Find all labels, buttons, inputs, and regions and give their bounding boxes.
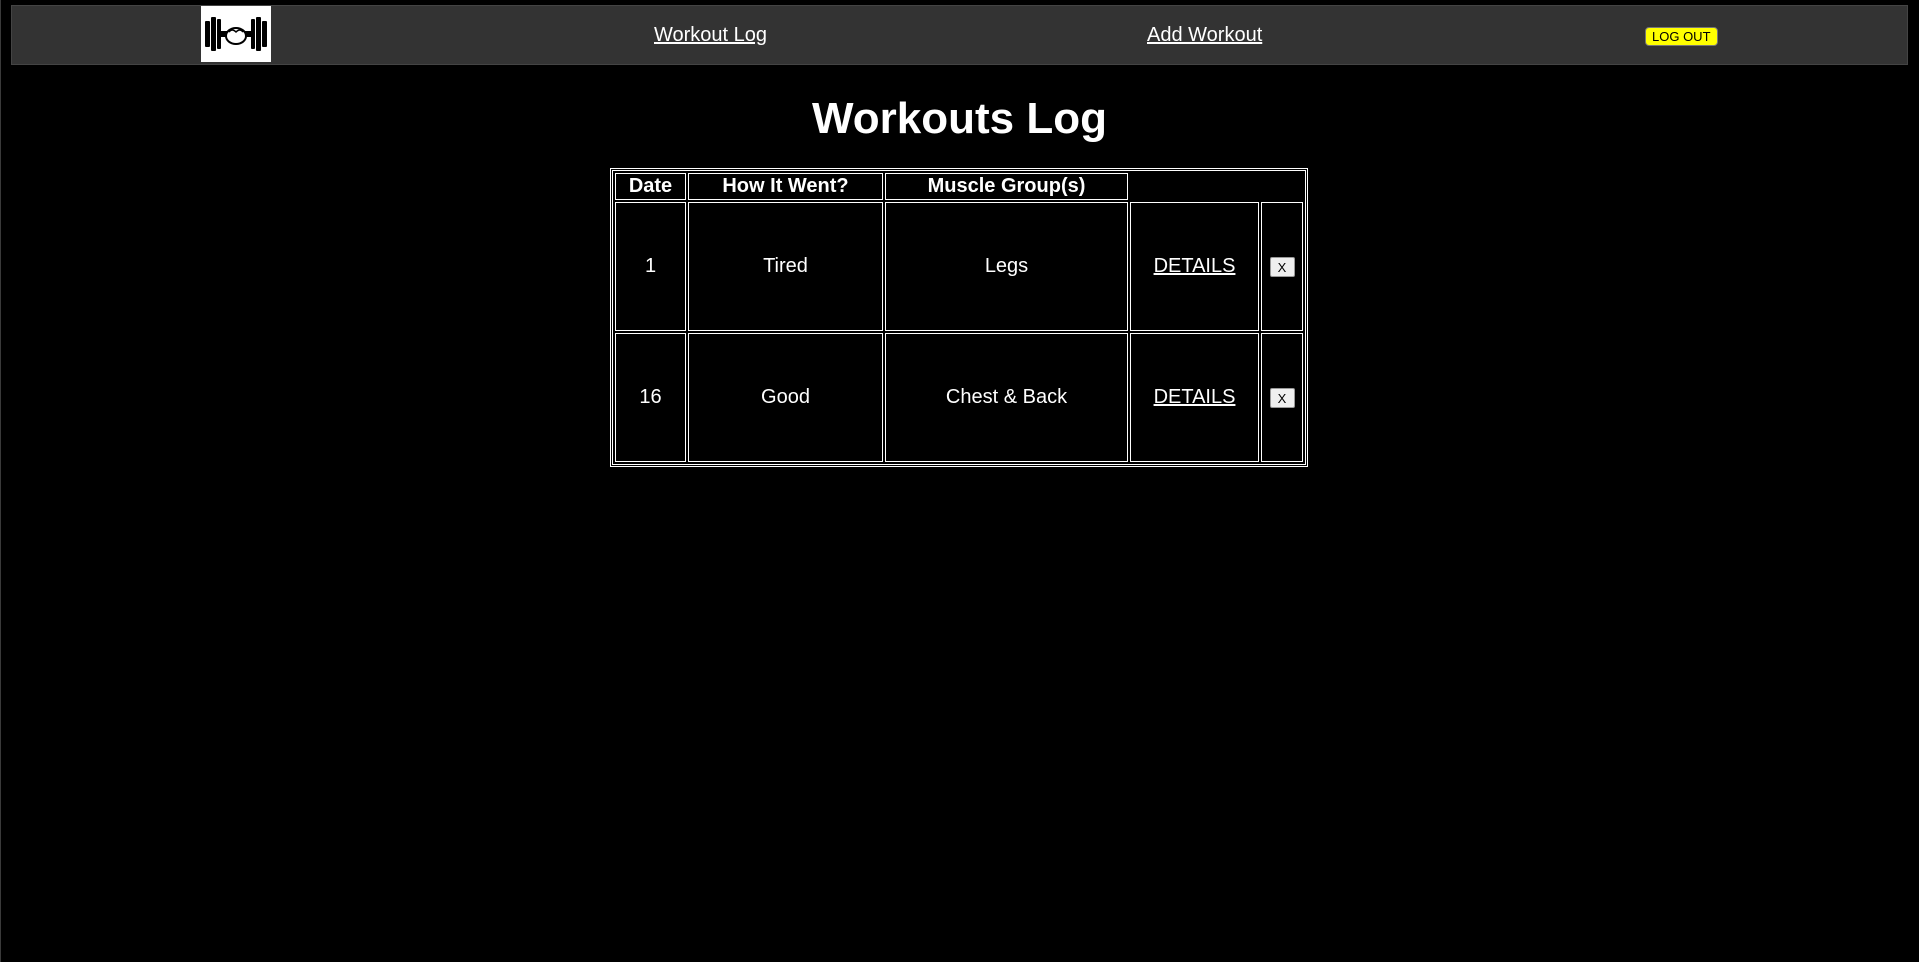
cell-delete: X <box>1261 202 1303 331</box>
logout-button[interactable]: LOG OUT <box>1645 27 1718 46</box>
cell-delete: X <box>1261 333 1303 462</box>
table-header-row: Date How It Went? Muscle Group(s) <box>615 173 1303 200</box>
header-muscle-groups: Muscle Group(s) <box>885 173 1128 200</box>
workouts-table: Date How It Went? Muscle Group(s) 1 Tire… <box>610 168 1308 467</box>
dumbbell-icon-graphic <box>205 17 267 51</box>
delete-button[interactable]: X <box>1269 388 1295 408</box>
delete-button[interactable]: X <box>1269 257 1295 277</box>
nav-workout-log-link[interactable]: Workout Log <box>654 24 767 47</box>
header-spacer <box>1261 173 1303 200</box>
nav-add-workout-link[interactable]: Add Workout <box>1147 24 1262 47</box>
header-how-it-went: How It Went? <box>688 173 883 200</box>
cell-details: DETAILS <box>1130 202 1259 331</box>
cell-details: DETAILS <box>1130 333 1259 462</box>
workouts-table-container: Date How It Went? Muscle Group(s) 1 Tire… <box>610 168 1308 467</box>
dumbbell-icon[interactable] <box>201 6 271 62</box>
cell-date: 1 <box>615 202 686 331</box>
page-title: Workouts Log <box>812 94 1107 143</box>
cell-muscle-groups: Chest & Back <box>885 333 1128 462</box>
table-row: 16 Good Chest & Back DETAILS X <box>615 333 1303 462</box>
cell-how-it-went: Good <box>688 333 883 462</box>
table-row: 1 Tired Legs DETAILS X <box>615 202 1303 331</box>
top-navbar: Workout Log Add Workout LOG OUT <box>11 5 1908 65</box>
details-link[interactable]: DETAILS <box>1154 386 1236 408</box>
details-link[interactable]: DETAILS <box>1154 255 1236 277</box>
header-spacer <box>1130 173 1259 200</box>
cell-muscle-groups: Legs <box>885 202 1128 331</box>
cell-date: 16 <box>615 333 686 462</box>
header-date: Date <box>615 173 686 200</box>
cell-how-it-went: Tired <box>688 202 883 331</box>
